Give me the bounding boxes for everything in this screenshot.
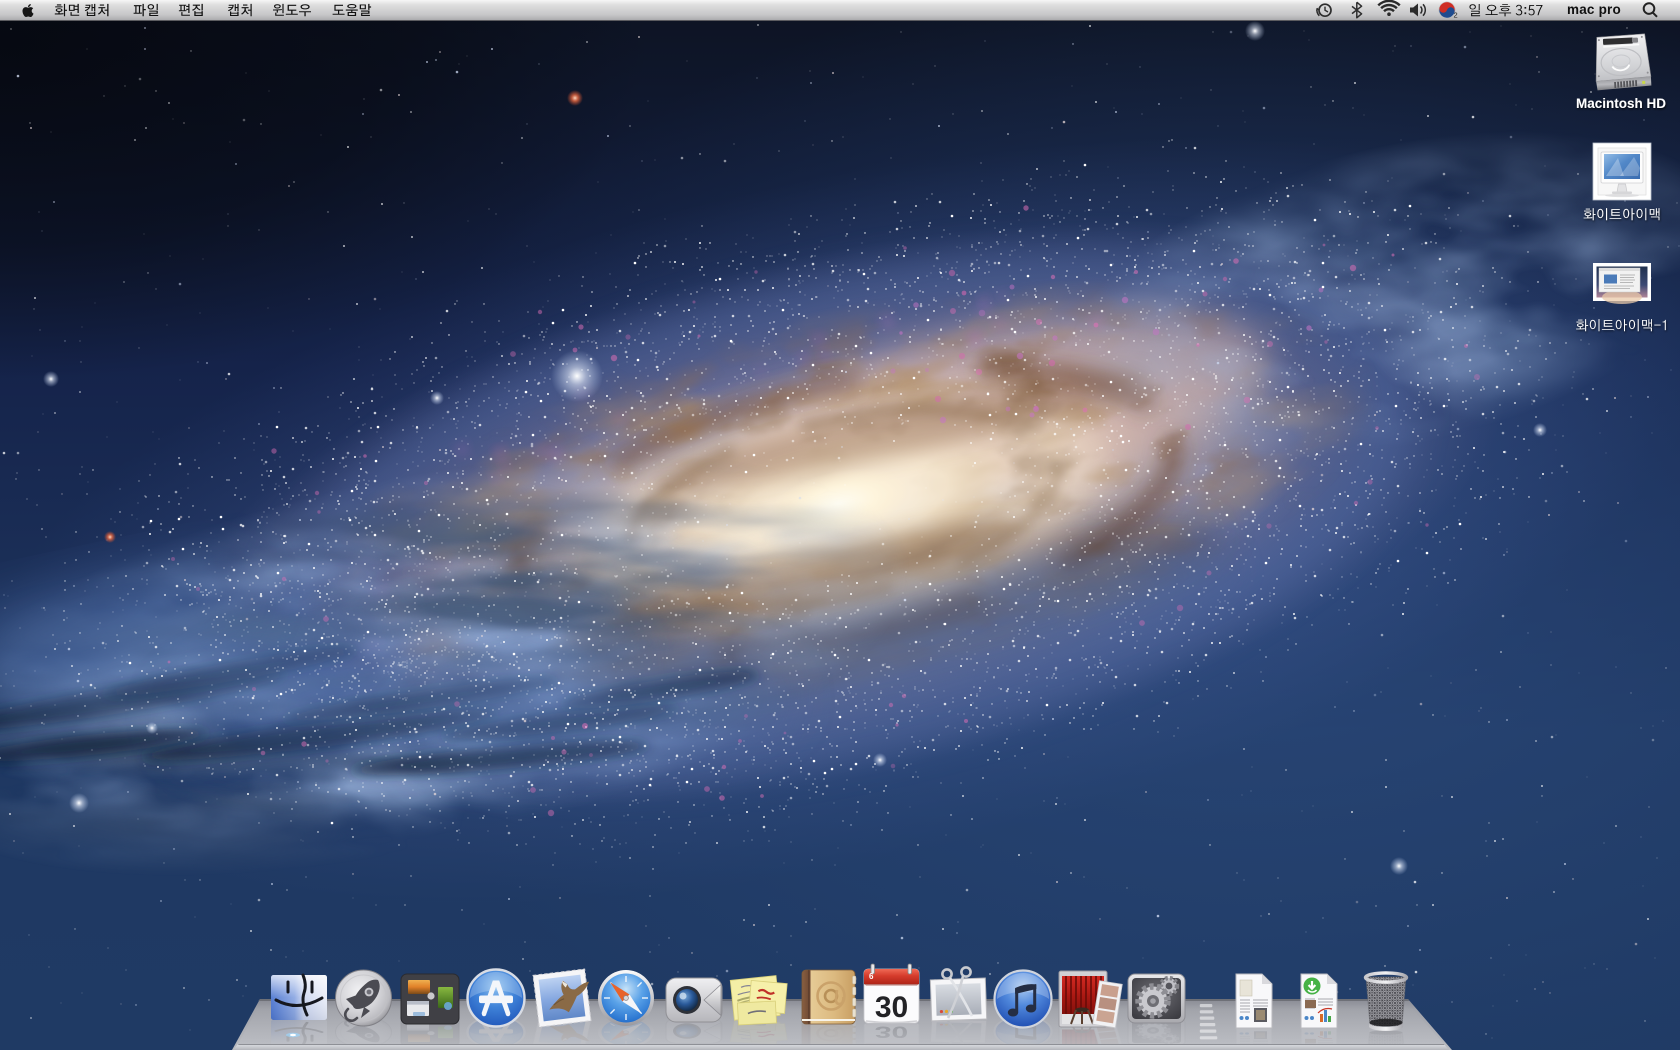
- svg-text:30: 30: [875, 991, 908, 1024]
- svg-text:6: 6: [869, 972, 874, 981]
- svg-text:2: 2: [1454, 11, 1458, 20]
- svg-text:Macintosh HD: Macintosh HD: [1576, 96, 1666, 111]
